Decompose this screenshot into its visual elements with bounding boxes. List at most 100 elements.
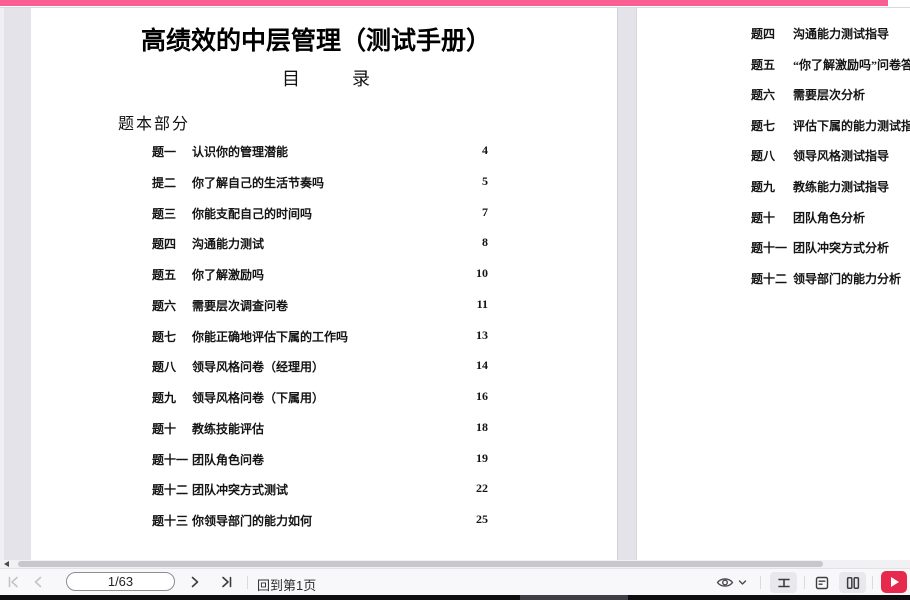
toc-item-label: 题八 [152, 360, 177, 374]
toc-item-title: 你了解激励吗 [192, 268, 265, 282]
notes-view-button[interactable] [808, 572, 835, 593]
chevron-down-icon [738, 580, 747, 585]
toc-row: 题十二 领导部门的能力分析 [751, 270, 901, 287]
toc-item-title: 领导风格问卷（经理用） [192, 360, 325, 374]
toolbar-divider [872, 576, 873, 589]
toc-item-label: 题十一 [152, 453, 189, 467]
toc-item-label: 题十 [152, 422, 177, 436]
toc-item-page: 5 [482, 174, 488, 188]
two-page-view-icon [846, 576, 859, 589]
toc-item-title: 需要层次分析 [793, 88, 866, 102]
toc-item-page: 11 [476, 297, 488, 311]
toc-row: 题六 需要层次分析 [751, 86, 865, 103]
toc-item-page: 22 [476, 481, 488, 495]
horizontal-scrollbar[interactable] [0, 560, 910, 568]
toc-row: 题四 沟通能力测试 8 [152, 235, 488, 252]
toc-row: 题十 教练技能评估 18 [152, 420, 488, 437]
toc-item-label: 题十三 [152, 514, 189, 528]
page-number-input[interactable] [66, 572, 175, 591]
toc-row: 题八 领导风格问卷（经理用） 14 [152, 358, 488, 375]
document-page-right: 题四 沟通能力测试指导 题五 “你了解激励吗”问卷答案 题六 需要层次分析 题七 评估下… [636, 8, 910, 560]
fit-width-icon [777, 578, 790, 587]
toc-row: 题三 你能支配自己的时间吗 7 [152, 205, 488, 222]
toc-item-label: 题五 [751, 58, 776, 72]
toc-item-label: 题八 [751, 149, 776, 163]
document-page-left: 高绩效的中层管理（测试手册） 目 录 题本部分 题一 认识你的管理潜能 4 提二 你了… [31, 8, 618, 560]
toc-item-title: “你了解激励吗”问卷答案 [793, 58, 910, 72]
toc-row: 题七 你能正确地评估下属的工作吗 13 [152, 328, 488, 345]
toc-item-page: 18 [476, 420, 488, 434]
first-page-button[interactable] [6, 575, 20, 589]
toc-item-title: 你能正确地评估下属的工作吗 [192, 330, 349, 344]
toc-row: 题九 教练能力测试指导 [751, 178, 889, 195]
toc-row: 题五 你了解激励吗 10 [152, 266, 488, 283]
toc-item-title: 领导部门的能力分析 [793, 272, 902, 286]
previous-page-icon [34, 576, 42, 588]
bottom-edge-segment [520, 595, 628, 600]
toc-item-label: 提二 [152, 176, 177, 190]
toc-row: 提二 你了解自己的生活节奏吗 5 [152, 174, 488, 191]
toc-item-label: 题九 [152, 391, 177, 405]
toc-item-title: 教练技能评估 [192, 422, 265, 436]
toc-item-label: 题十二 [152, 483, 189, 497]
toc-item-title: 你能支配自己的时间吗 [192, 207, 313, 221]
toc-heading-char: 目 [282, 69, 300, 89]
back-to-first-page-button[interactable]: 回到第1页 [257, 575, 316, 594]
toc-item-title: 教练能力测试指导 [793, 180, 890, 194]
toc-item-title: 沟通能力测试指导 [793, 27, 890, 41]
scroll-left-arrow-icon[interactable] [4, 561, 9, 567]
toc-row: 题十一 团队冲突方式分析 [751, 239, 889, 256]
toc-row: 题十二 团队冲突方式测试 22 [152, 481, 488, 498]
toc-row: 题四 沟通能力测试指导 [751, 25, 889, 42]
toc-item-page: 14 [476, 358, 488, 372]
notes-view-icon [815, 576, 828, 589]
fit-width-button[interactable] [770, 572, 797, 593]
toc-item-label: 题六 [751, 88, 776, 102]
toc-item-page: 16 [476, 389, 488, 403]
section-heading: 题本部分 [118, 116, 191, 133]
toc-row: 题七 评估下属的能力测试指导 [751, 117, 910, 134]
play-icon [891, 577, 899, 587]
view-options-button[interactable] [716, 575, 748, 590]
toc-item-page: 10 [476, 266, 488, 280]
toc-row: 题九 领导风格问卷（下属用） 16 [152, 389, 488, 406]
document-title: 高绩效的中层管理（测试手册） [140, 27, 491, 55]
last-page-icon [222, 576, 232, 588]
two-page-view-button[interactable] [839, 572, 866, 593]
toc-item-page: 13 [476, 328, 488, 342]
window-top-strip [0, 0, 910, 8]
toc-row: 题五 “你了解激励吗”问卷答案 [751, 56, 910, 73]
top-accent-bar [0, 0, 888, 6]
toc-item-title: 团队冲突方式测试 [192, 483, 289, 497]
video-play-button[interactable] [881, 571, 907, 593]
toc-row: 题一 认识你的管理潜能 4 [152, 143, 488, 160]
toc-item-page: 19 [476, 451, 488, 465]
toc-item-page: 8 [482, 235, 488, 249]
bottom-toolbar: 回到第1页 [0, 568, 910, 596]
next-page-button[interactable] [188, 575, 202, 589]
toc-item-title: 团队角色分析 [793, 211, 866, 225]
toc-item-page: 7 [482, 205, 488, 219]
toc-item-page: 25 [476, 512, 488, 526]
toc-item-label: 题三 [152, 207, 177, 221]
toc-row: 题六 需要层次调查问卷 11 [152, 297, 488, 314]
toc-item-label: 题七 [152, 330, 177, 344]
first-page-icon [8, 576, 18, 588]
toc-item-title: 认识你的管理潜能 [192, 145, 289, 159]
toc-item-title: 团队角色问卷 [192, 453, 265, 467]
last-page-button[interactable] [220, 575, 234, 589]
bottom-edge-strip [0, 595, 910, 600]
toc-row: 题八 领导风格测试指导 [751, 147, 889, 164]
toolbar-divider [804, 576, 805, 589]
toc-item-title: 你领导部门的能力如何 [192, 514, 313, 528]
eye-pupil-icon [721, 579, 728, 586]
horizontal-scrollbar-thumb[interactable] [18, 561, 823, 567]
toc-item-label: 题一 [152, 145, 177, 159]
previous-page-button[interactable] [31, 575, 45, 589]
toc-row: 题十三 你领导部门的能力如何 25 [152, 512, 488, 529]
toc-item-label: 题六 [152, 299, 177, 313]
toc-item-title: 需要层次调查问卷 [192, 299, 289, 313]
toc-item-title: 团队冲突方式分析 [793, 241, 890, 255]
toolbar-divider [247, 576, 248, 589]
toc-item-label: 题四 [152, 237, 177, 251]
